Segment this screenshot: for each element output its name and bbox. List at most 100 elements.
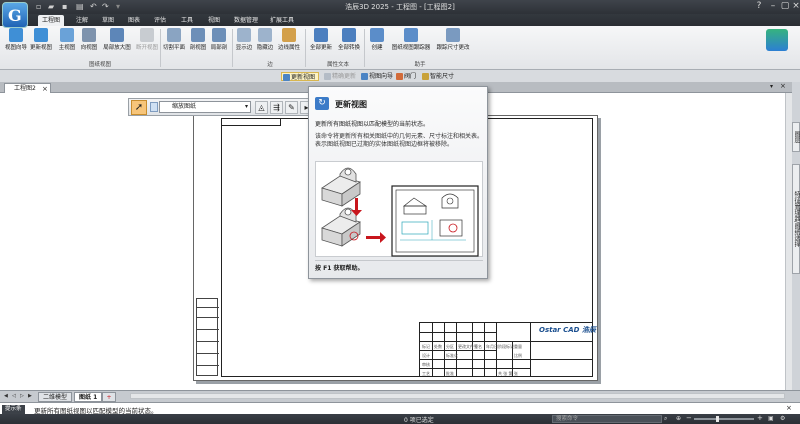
table-line: [197, 353, 219, 354]
update-view-icon: ↻: [315, 97, 329, 110]
first-sheet-icon[interactable]: ◀: [4, 393, 10, 400]
detail-view-button[interactable]: 局部放大图: [101, 28, 133, 58]
edge-properties-icon: [282, 28, 296, 42]
subbar-valve[interactable]: 阀门: [395, 72, 419, 81]
floating-toolbar: ➚ 缩放图纸 ▾ ◬ ⇶ ✎ ▸: [128, 98, 318, 116]
group-separator: [305, 29, 306, 67]
settings-icon[interactable]: ⚙: [780, 415, 785, 422]
table-line: [530, 323, 531, 377]
track-dimension-changes-icon: [446, 28, 460, 42]
table-line: [420, 359, 593, 360]
sheet-tab-sheet1[interactable]: 图纸 1: [74, 392, 103, 402]
show-edges-button[interactable]: 显示边: [234, 28, 254, 58]
convert-all-icon: [342, 28, 356, 42]
edit-icon: ✎: [288, 103, 295, 112]
add-sheet-icon[interactable]: +: [102, 392, 116, 402]
zoom-area-icon[interactable]: ⊕: [676, 415, 681, 422]
vertical-scrollbar[interactable]: [785, 93, 792, 390]
ribbon-tab-row: 工程图 注解 草图 图表 评估 工具 视图 数据管理 扩展工具: [0, 14, 800, 26]
hide-edges-button[interactable]: 隐藏边: [255, 28, 275, 58]
ostar-cad-logo: Ostar CAD 浩辰: [539, 326, 596, 334]
detail-view-icon: [110, 28, 124, 42]
document-tab[interactable]: 工程图2 ×: [4, 83, 51, 93]
table-line: [432, 323, 433, 377]
tab-table[interactable]: 图表: [124, 15, 144, 26]
edge-properties-button[interactable]: 边线属性: [276, 28, 302, 58]
broken-out-section-button[interactable]: 局部剖: [209, 28, 229, 58]
app-logo[interactable]: G: [2, 2, 28, 28]
drawing-view-tracker-button[interactable]: 图纸视图跟踪器: [390, 28, 432, 58]
tool-button-1[interactable]: ◬: [255, 101, 268, 114]
tab-extension-tools[interactable]: 扩展工具: [266, 15, 298, 26]
dock-tab-layers[interactable]: 图层: [792, 122, 800, 152]
horizontal-scrollbar[interactable]: [130, 393, 785, 399]
subbar-view-wizard[interactable]: 视图向导: [360, 72, 396, 81]
tab-list-dropdown-icon[interactable]: ▾: [770, 83, 773, 90]
select-arrow-button[interactable]: ➚: [131, 100, 147, 115]
close-document-icon[interactable]: ×: [780, 82, 786, 90]
title-block-text: 比例: [514, 353, 522, 358]
subbar-smart-dimension[interactable]: 智能尺寸: [421, 72, 457, 81]
tab-annotation[interactable]: 注解: [72, 15, 92, 26]
table-line: [456, 323, 457, 377]
update-all-button[interactable]: 全部更新: [308, 28, 334, 58]
brand-panel-icon[interactable]: [766, 29, 788, 51]
broken-view-button[interactable]: 断开视图: [134, 28, 160, 58]
right-dock: 图层 特征管理器/图纸选择: [792, 82, 800, 392]
zoom-slider-thumb[interactable]: [716, 416, 719, 422]
close-icon[interactable]: ×: [789, 1, 800, 12]
tab-drawing[interactable]: 工程图: [38, 15, 65, 26]
subbar-update-view[interactable]: 更新视图: [281, 72, 320, 81]
precise-update-icon: [324, 73, 331, 80]
tab-sketch[interactable]: 草图: [98, 15, 118, 26]
tool-button-2[interactable]: ⇶: [270, 101, 283, 114]
help-icon[interactable]: ?: [752, 1, 766, 12]
next-sheet-icon[interactable]: ▷: [20, 393, 26, 400]
cutting-plane-button[interactable]: 切割平面: [162, 28, 186, 58]
table-line: [496, 323, 497, 377]
title-block-text: 阶段标记: [498, 344, 514, 349]
tab-data-management[interactable]: 数据管理: [230, 15, 262, 26]
auxiliary-view-button[interactable]: 向视图: [79, 28, 99, 58]
drawing-tool-icon: ◬: [258, 103, 265, 112]
principal-view-icon: [60, 28, 74, 42]
window-title: 浩辰3D 2025 - 工程图 - [工程图2]: [345, 3, 455, 11]
tab-evaluate[interactable]: 评估: [150, 15, 170, 26]
sheet-icon[interactable]: [150, 102, 158, 112]
fit-view-icon[interactable]: ▣: [768, 415, 774, 422]
update-all-icon: [314, 28, 328, 42]
subbar-precise-update[interactable]: 精确更新: [323, 72, 359, 81]
last-sheet-icon[interactable]: ▶: [28, 393, 34, 400]
tab-tools[interactable]: 工具: [177, 15, 197, 26]
zoom-in-icon[interactable]: +: [757, 414, 763, 422]
update-view-button[interactable]: 更新视图: [29, 28, 53, 58]
tool-button-3[interactable]: ✎: [285, 101, 298, 114]
command-search-input[interactable]: 搜索命令: [552, 415, 662, 423]
scale-select[interactable]: 缩放图纸 ▾: [159, 101, 251, 113]
tab-view[interactable]: 视图: [204, 15, 224, 26]
convert-all-button[interactable]: 全部转换: [336, 28, 362, 58]
search-icon[interactable]: ⌕: [664, 415, 667, 423]
zoom-out-icon[interactable]: −: [686, 414, 692, 422]
title-block-text: 审核: [422, 362, 430, 367]
prompt-label: 提示条: [2, 405, 25, 414]
mini-drawing-sheet: [391, 185, 479, 257]
close-icon[interactable]: ×: [786, 404, 792, 412]
section-view-button[interactable]: 剖视图: [188, 28, 208, 58]
table-line: [197, 365, 219, 366]
create-button[interactable]: 创建: [367, 28, 387, 58]
update-view-illustration: [321, 167, 479, 257]
view-wizard-button[interactable]: 视图向导: [4, 28, 28, 58]
group-label-property-text: 属性文本: [326, 62, 349, 68]
table-line: [197, 317, 219, 318]
tooltip-help-hint: 按 F1 获取帮助。: [315, 265, 364, 272]
show-edges-icon: [237, 28, 251, 42]
dock-tab-feature-manager[interactable]: 特征管理器/图纸选择: [792, 164, 800, 274]
sheet-tab-2d-model[interactable]: 二维模型: [38, 392, 73, 402]
previous-sheet-icon[interactable]: ◁: [12, 393, 18, 400]
cutting-plane-icon: [167, 28, 181, 42]
zoom-slider[interactable]: [694, 418, 754, 420]
track-dimension-changes-button[interactable]: 跟踪尺寸更改: [434, 28, 472, 58]
title-block-text: 共 张 第 张: [498, 371, 518, 376]
principal-view-button[interactable]: 主视图: [57, 28, 77, 58]
